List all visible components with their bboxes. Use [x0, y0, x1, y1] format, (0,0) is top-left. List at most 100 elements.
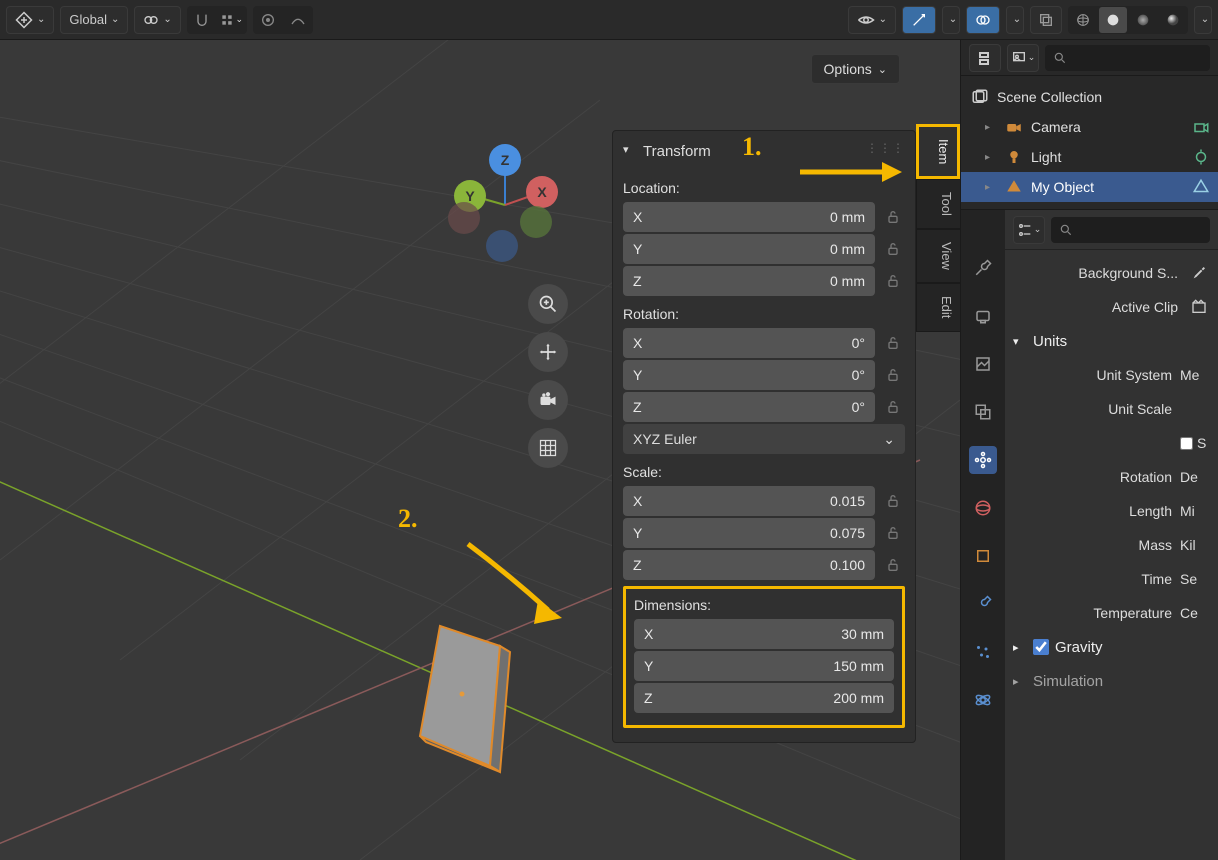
visibility-dropdown[interactable]: ⌄: [848, 6, 896, 34]
shading-material[interactable]: [1129, 7, 1157, 33]
ptab-viewlayer[interactable]: [969, 398, 997, 426]
dimension-x-field[interactable]: X30 mm: [634, 619, 894, 649]
rotation-z-field[interactable]: Z0°: [623, 392, 875, 422]
outliner-scene-collection[interactable]: Scene Collection: [961, 82, 1218, 112]
ptab-scene[interactable]: [969, 446, 997, 474]
movie-icon[interactable]: [1186, 299, 1212, 315]
ntab-tool[interactable]: Tool: [916, 179, 960, 229]
outliner-display-mode[interactable]: ⌄: [1007, 44, 1039, 72]
ptab-render[interactable]: [969, 302, 997, 330]
lock-icon[interactable]: [881, 493, 905, 509]
ptab-physics[interactable]: [969, 686, 997, 714]
gizmo-z-axis[interactable]: Z: [489, 144, 521, 176]
outliner-item-my-object[interactable]: ▸ My Object: [961, 172, 1218, 202]
disclosure-icon[interactable]: ▸: [985, 152, 997, 163]
lock-icon[interactable]: [881, 399, 905, 415]
time-unit-label: Time: [1013, 571, 1172, 587]
ptab-object[interactable]: [969, 542, 997, 570]
overlays-toggle[interactable]: [966, 6, 1000, 34]
ntab-edit[interactable]: Edit: [916, 283, 960, 331]
overlays-dropdown[interactable]: ⌄: [1006, 6, 1024, 34]
perspective-toggle[interactable]: [528, 428, 568, 468]
restriction-toggle-icon[interactable]: [1192, 118, 1210, 136]
xray-toggle[interactable]: [1030, 6, 1062, 34]
pivot-dropdown[interactable]: ⌄: [134, 6, 180, 34]
rotation-mode-dropdown[interactable]: XYZ Euler: [623, 424, 905, 454]
proportional-toggle[interactable]: [254, 7, 282, 33]
scale-z-field[interactable]: Z0.100: [623, 550, 875, 580]
scale-y-field[interactable]: Y0.075: [623, 518, 875, 548]
gizmos-toggle[interactable]: [902, 6, 936, 34]
location-x-field[interactable]: X0 mm: [623, 202, 875, 232]
gizmo-neg-y[interactable]: [520, 206, 552, 238]
length-unit-value[interactable]: Mi: [1180, 503, 1212, 519]
lock-icon[interactable]: [881, 335, 905, 351]
outliner-label: Scene Collection: [997, 89, 1102, 105]
outliner-item-camera[interactable]: ▸ Camera: [961, 112, 1218, 142]
eyedropper-icon[interactable]: [1186, 265, 1212, 281]
orientation-dropdown[interactable]: Global ⌄: [60, 6, 128, 34]
restriction-toggle-icon[interactable]: [1192, 148, 1210, 166]
properties-search[interactable]: [1051, 217, 1210, 243]
dimension-y limit-field[interactable]: Y150 mm: [634, 651, 894, 681]
camera-view-tool[interactable]: [528, 380, 568, 420]
outliner-item-light[interactable]: ▸ Light: [961, 142, 1218, 172]
lock-icon[interactable]: [881, 557, 905, 573]
separate-units-checkbox[interactable]: [1180, 437, 1193, 450]
lock-icon[interactable]: [881, 367, 905, 383]
ntab-view[interactable]: View: [916, 229, 960, 283]
gizmos-dropdown[interactable]: ⌄: [942, 6, 960, 34]
location-z-field[interactable]: Z0 mm: [623, 266, 875, 296]
shading-rendered[interactable]: [1159, 7, 1187, 33]
ntab-item[interactable]: Item: [916, 124, 960, 179]
cursor-tool-dropdown[interactable]: ⌄: [6, 6, 54, 34]
snap-group: ⌄: [187, 6, 247, 34]
gizmo-x-axis[interactable]: X: [526, 176, 558, 208]
shading-dropdown[interactable]: ⌄: [1194, 6, 1212, 34]
shading-wireframe[interactable]: [1069, 7, 1097, 33]
location-y-field[interactable]: Y0 mm: [623, 234, 875, 264]
unit-system-value[interactable]: Me: [1180, 367, 1212, 383]
ptab-world[interactable]: [969, 494, 997, 522]
outliner-editor-type[interactable]: [969, 44, 1001, 72]
transform-panel-header[interactable]: Transform: [623, 139, 905, 170]
snap-toggle[interactable]: [188, 7, 216, 33]
rotation-unit-value[interactable]: De: [1180, 469, 1212, 485]
rotation-x-field[interactable]: X0°: [623, 328, 875, 358]
ptab-tool[interactable]: [969, 254, 997, 282]
viewport-options-dropdown[interactable]: Options ⌄: [811, 54, 900, 84]
restriction-toggle-icon[interactable]: [1192, 178, 1210, 196]
lock-icon[interactable]: [881, 209, 905, 225]
scale-x-field[interactable]: X0.015: [623, 486, 875, 516]
simulation-section-header[interactable]: ▸Simulation: [1013, 664, 1212, 698]
3d-viewport[interactable]: Options ⌄ Z Y X ⋮⋮⋮ Transf: [0, 40, 960, 860]
mass-unit-value[interactable]: Kil: [1180, 537, 1212, 553]
outliner-label: Camera: [1031, 119, 1081, 135]
time-unit-value[interactable]: Se: [1180, 571, 1212, 587]
ptab-particles[interactable]: [969, 638, 997, 666]
lock-icon[interactable]: [881, 241, 905, 257]
lock-icon[interactable]: [881, 525, 905, 541]
gravity-checkbox[interactable]: [1033, 639, 1049, 655]
zoom-tool[interactable]: [528, 284, 568, 324]
temperature-unit-value[interactable]: Ce: [1180, 605, 1212, 621]
pan-tool[interactable]: [528, 332, 568, 372]
lock-icon[interactable]: [881, 273, 905, 289]
props-editor-type[interactable]: ⌄: [1013, 216, 1045, 244]
proportional-falloff-dropdown[interactable]: [284, 7, 312, 33]
outliner-search[interactable]: [1045, 45, 1210, 71]
dimension-z-field[interactable]: Z200 mm: [634, 683, 894, 713]
gravity-section-header[interactable]: ▸Gravity: [1013, 630, 1212, 664]
shading-solid[interactable]: [1099, 7, 1127, 33]
axis-gizmo[interactable]: Z Y X: [440, 140, 570, 270]
units-section-header[interactable]: ▾Units: [1013, 324, 1212, 358]
gizmo-neg-x[interactable]: [448, 202, 480, 234]
selected-mesh-object[interactable]: [410, 616, 530, 776]
ptab-modifier[interactable]: [969, 590, 997, 618]
rotation-y-field[interactable]: Y0°: [623, 360, 875, 390]
disclosure-icon[interactable]: ▸: [985, 182, 997, 193]
ptab-output[interactable]: [969, 350, 997, 378]
snap-mode-dropdown[interactable]: ⌄: [218, 7, 246, 33]
gizmo-neg-z[interactable]: [486, 230, 518, 262]
disclosure-icon[interactable]: ▸: [985, 122, 997, 133]
